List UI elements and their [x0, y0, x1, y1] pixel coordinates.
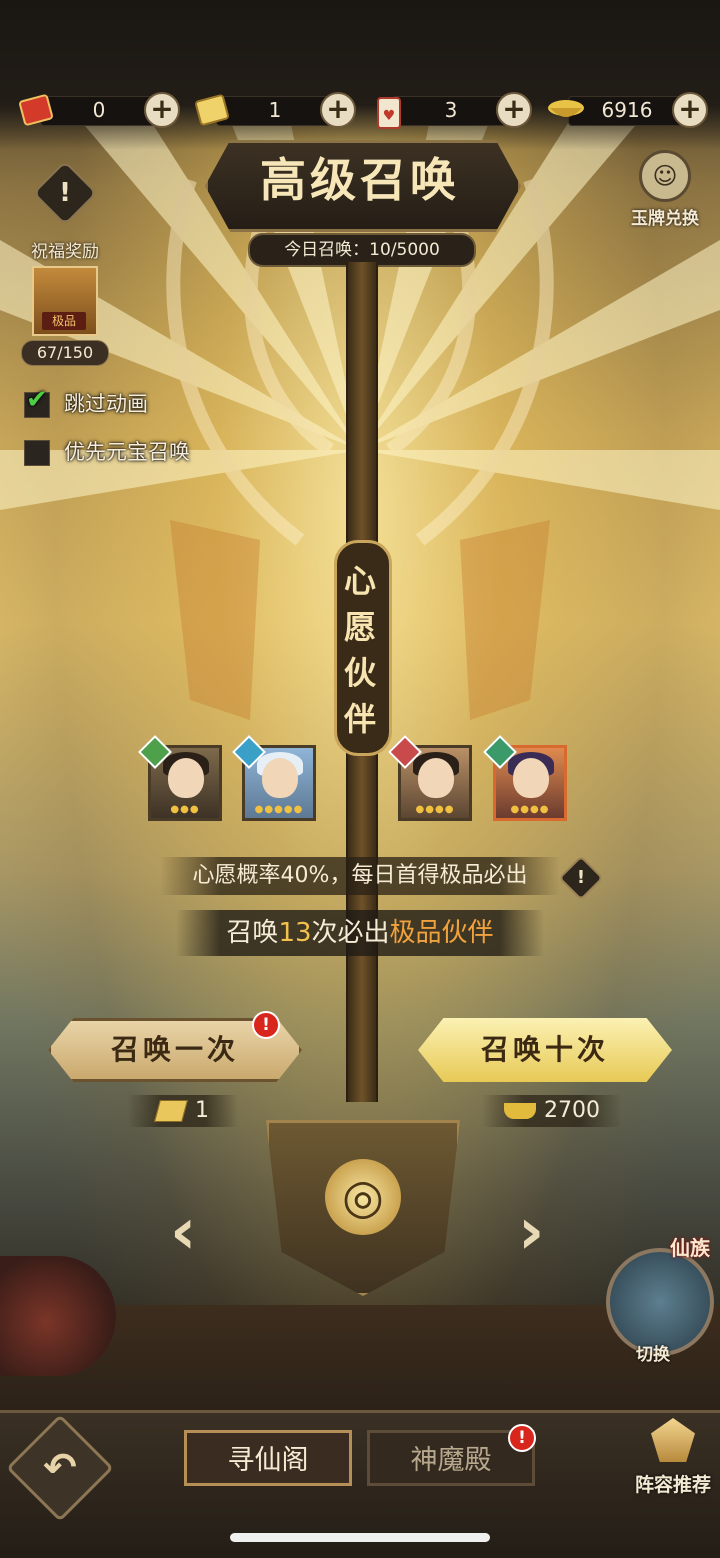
lineup-label: 阵容推荐 — [634, 1474, 711, 1496]
wish-char: 心 — [343, 562, 376, 600]
resource-ticket: 1 + — [194, 92, 356, 128]
resource-value: 1 — [268, 98, 282, 122]
star-rating: ●●●● — [510, 804, 550, 815]
add-ticket-button[interactable]: + — [320, 92, 356, 128]
summon-altar: ◎ — [266, 1120, 460, 1296]
top-bar — [0, 0, 720, 150]
tab-xunxian-pavilion[interactable]: 寻仙阁 — [184, 1430, 352, 1486]
switch-label: 切换 — [636, 1345, 670, 1365]
gold-ingot-icon — [504, 1103, 536, 1119]
wish-char: 伙 — [343, 654, 376, 692]
guarantee-highlight: 极品伙伴 — [389, 918, 494, 948]
summon-once-cost: 1 — [128, 1095, 238, 1127]
checkbox-unchecked[interactable] — [24, 440, 50, 466]
star-rating: ●●● — [170, 804, 200, 815]
add-charm-button[interactable]: + — [496, 92, 532, 128]
blessing-reward[interactable]: 祝福奖励 极品 67/150 — [18, 237, 112, 366]
wish-char: 伴 — [343, 700, 376, 738]
exclamation-icon: ! — [576, 867, 586, 888]
left-faction-emblem[interactable] — [0, 1256, 116, 1376]
jade-exchange-button[interactable]: ☺ 玉牌兑换 — [620, 150, 710, 230]
page-title: 高级召唤 — [260, 153, 460, 207]
wish-partner-portrait[interactable]: ●●●●● — [232, 735, 316, 821]
wish-partner-portrait[interactable]: ●●●● — [388, 735, 472, 821]
guarantee-prefix: 召唤 — [226, 918, 279, 948]
prev-arrow-button[interactable]: ‹ — [170, 1200, 196, 1264]
resource-charm: ♥ 3 + — [370, 92, 532, 129]
prefer-ingot-label: 优先元宝召唤 — [64, 440, 190, 464]
summon-ten-cost: 2700 — [482, 1095, 622, 1127]
alert-badge: ! — [508, 1424, 536, 1452]
blessing-progress: 67/150 — [21, 340, 109, 366]
wish-rate-text: 心愿概率40%，每日首得极品必出 — [160, 857, 560, 895]
face — [513, 758, 549, 798]
star-rating: ●●●● — [415, 804, 455, 815]
summon-ticket-icon — [154, 1100, 188, 1122]
face — [262, 758, 298, 798]
wish-partner-portrait[interactable]: ●●●● — [483, 735, 567, 821]
face — [418, 758, 454, 798]
home-indicator[interactable] — [230, 1533, 490, 1542]
jade-exchange-label: 玉牌兑换 — [631, 209, 699, 229]
add-gold-button[interactable]: + — [672, 92, 708, 128]
summon-screen: 0 + 1 + ♥ 3 + 6916 + ! 高级召唤 今日召唤：10/5000… — [0, 0, 720, 1558]
faction-switch-button[interactable]: 仙族 切换 — [598, 1222, 714, 1372]
jade-token-icon: ☺ — [639, 150, 691, 202]
star-rating: ●●●●● — [254, 804, 304, 815]
wish-partner-portrait[interactable]: ●●● — [138, 735, 222, 821]
next-arrow-button[interactable]: › — [518, 1200, 544, 1264]
lineup-icon — [651, 1418, 695, 1462]
alert-badge: ! — [252, 1011, 280, 1039]
back-arrow-icon: ↶ — [43, 1445, 77, 1491]
guarantee-count: 13 — [278, 918, 312, 948]
lineup-recommend-button[interactable]: 阵容推荐 — [628, 1418, 718, 1502]
skip-animation-label: 跳过动画 — [64, 392, 148, 416]
reward-chest-icon: 极品 — [32, 266, 98, 336]
guarantee-text: 召唤13次必出极品伙伴 — [176, 910, 544, 956]
skip-animation-toggle[interactable]: 跳过动画 — [24, 385, 148, 418]
checkbox-checked[interactable] — [24, 385, 50, 418]
cost-value: 2700 — [544, 1098, 600, 1123]
prefer-ingot-toggle[interactable]: 优先元宝召唤 — [24, 436, 190, 466]
exclamation-icon: ! — [59, 178, 71, 208]
resource-value: 3 — [444, 98, 458, 122]
add-red-envelope-button[interactable]: + — [144, 92, 180, 128]
blessing-label: 祝福奖励 — [31, 242, 99, 262]
summon-ten-button[interactable]: 召唤十次 — [418, 1018, 672, 1082]
resource-red-envelope: 0 + — [18, 92, 180, 128]
face — [168, 758, 204, 798]
altar-emblem-icon: ◎ — [325, 1159, 401, 1235]
resource-value: 6916 — [601, 98, 653, 122]
wish-char: 愿 — [343, 608, 376, 646]
rate-info-button[interactable]: ! — [558, 855, 604, 901]
faction-label: 仙族 — [670, 1236, 710, 1260]
reward-tag: 极品 — [42, 312, 86, 330]
resource-gold: 6916 + — [546, 92, 708, 128]
resource-value: 0 — [92, 98, 106, 122]
cost-value: 1 — [195, 1098, 209, 1123]
guarantee-middle: 次必出 — [311, 918, 390, 948]
